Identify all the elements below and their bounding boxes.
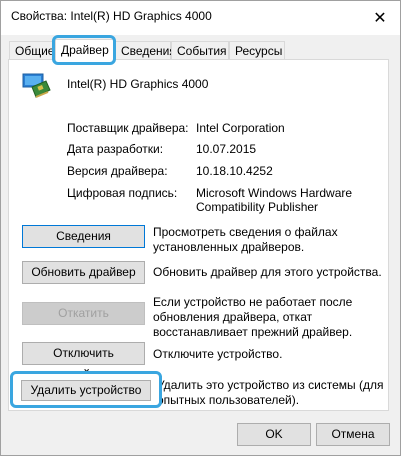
prop-label-version: Версия драйвера: [67, 164, 168, 178]
tab-driver[interactable]: Драйвер [55, 39, 115, 61]
prop-label-signature: Цифровая подпись: [67, 186, 178, 200]
display-adapter-icon [22, 73, 51, 98]
cancel-button[interactable]: Отмена [316, 423, 390, 446]
rollback-driver-button[interactable]: Откатить [22, 302, 145, 325]
prop-label-date: Дата разработки: [67, 142, 164, 156]
prop-value-version: 10.18.10.4252 [196, 164, 273, 178]
update-driver-desc: Обновить драйвер для этого устройства. [153, 265, 382, 279]
ok-button[interactable]: OK [237, 423, 311, 446]
prop-value-signature: Microsoft Windows Hardware [196, 186, 353, 200]
tab-strip: Общие Драйвер Сведения События Ресурсы [1, 39, 400, 61]
rollback-driver-desc: Если устройство не работает после обновл… [153, 295, 353, 339]
uninstall-device-desc: Удалить это устройство из системы (для о… [157, 378, 384, 407]
title-bar: Свойства: Intel(R) HD Graphics 4000 ✕ [1, 1, 400, 35]
disable-device-desc: Отключите устройство. [153, 347, 283, 361]
prop-value-date: 10.07.2015 [196, 142, 257, 156]
close-button[interactable]: ✕ [360, 1, 400, 35]
tab-general[interactable]: Общие [9, 41, 55, 59]
prop-label-provider: Поставщик драйвера: [67, 121, 189, 135]
tab-events[interactable]: События [171, 41, 229, 59]
delete-device-highlight: Удалить устройство [10, 371, 162, 408]
update-driver-button[interactable]: Обновить драйвер [22, 261, 145, 284]
tab-resources[interactable]: Ресурсы [229, 41, 285, 59]
driver-details-desc: Просмотреть сведения о файлах установлен… [153, 225, 338, 254]
prop-value-provider: Intel Corporation [196, 121, 285, 135]
window-title: Свойства: Intel(R) HD Graphics 4000 [11, 9, 212, 23]
prop-value-signature-line2: Compatibility Publisher [196, 200, 319, 214]
device-name: Intel(R) HD Graphics 4000 [67, 77, 209, 91]
disable-device-button[interactable]: Отключить устройство [22, 342, 145, 381]
uninstall-device-button[interactable]: Удалить устройство [21, 380, 151, 401]
tab-details[interactable]: Сведения [115, 41, 176, 59]
driver-details-button[interactable]: Сведения [22, 225, 145, 248]
close-icon: ✕ [373, 10, 387, 27]
